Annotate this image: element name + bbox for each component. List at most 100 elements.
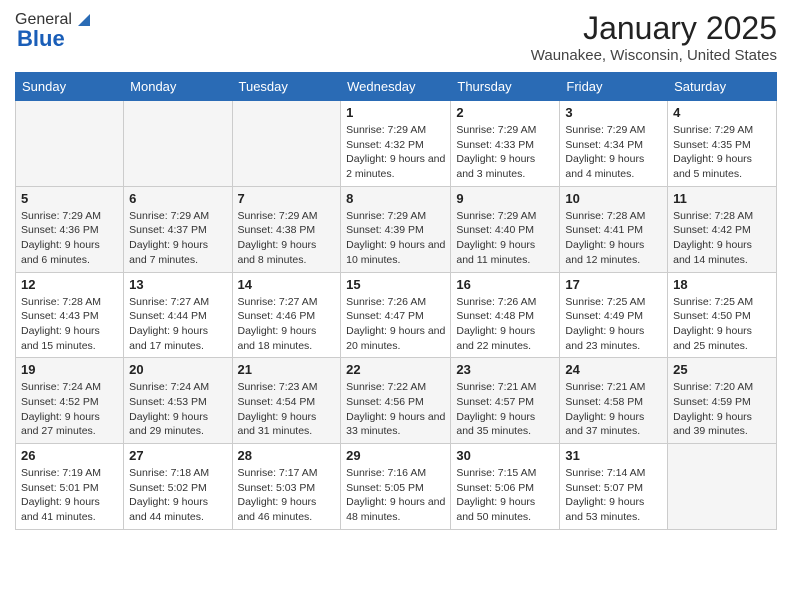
day-header-thursday: Thursday <box>451 73 560 101</box>
day-number: 25 <box>673 362 771 377</box>
day-info: Sunrise: 7:29 AMSunset: 4:40 PMDaylight:… <box>456 209 554 268</box>
day-info: Sunrise: 7:26 AMSunset: 4:47 PMDaylight:… <box>346 295 445 354</box>
calendar-cell: 28 Sunrise: 7:17 AMSunset: 5:03 PMDayligh… <box>232 444 341 530</box>
day-info: Sunrise: 7:18 AMSunset: 5:02 PMDaylight:… <box>129 466 226 525</box>
day-number: 24 <box>565 362 662 377</box>
day-number: 18 <box>673 277 771 292</box>
day-number: 20 <box>129 362 226 377</box>
calendar-cell: 22 Sunrise: 7:22 AMSunset: 4:56 PMDayligh… <box>341 358 451 444</box>
calendar-week-5: 26 Sunrise: 7:19 AMSunset: 5:01 PMDayligh… <box>16 444 777 530</box>
day-number: 16 <box>456 277 554 292</box>
calendar-cell <box>232 101 341 187</box>
day-number: 21 <box>238 362 336 377</box>
day-info: Sunrise: 7:14 AMSunset: 5:07 PMDaylight:… <box>565 466 662 525</box>
month-title: January 2025 <box>531 10 777 47</box>
day-info: Sunrise: 7:26 AMSunset: 4:48 PMDaylight:… <box>456 295 554 354</box>
day-number: 22 <box>346 362 445 377</box>
calendar-cell: 20Sunrise: 7:24 AMSunset: 4:53 PMDayligh… <box>124 358 232 444</box>
day-info: Sunrise: 7:21 AMSunset: 4:58 PMDaylight:… <box>565 380 662 439</box>
day-number: 10 <box>565 191 662 206</box>
day-header-saturday: Saturday <box>668 73 777 101</box>
calendar-cell <box>668 444 777 530</box>
day-number: 14 <box>238 277 336 292</box>
day-info: Sunrise: 7:16 AMSunset: 5:05 PMDaylight:… <box>346 466 445 525</box>
calendar-cell: 19 Sunrise: 7:24 AMSunset: 4:52 PMDayligh… <box>16 358 124 444</box>
calendar-week-4: 19 Sunrise: 7:24 AMSunset: 4:52 PMDayligh… <box>16 358 777 444</box>
day-info: Sunrise: 7:22 AMSunset: 4:56 PMDaylight:… <box>346 380 445 439</box>
calendar-week-1: 1Sunrise: 7:29 AMSunset: 4:32 PMDaylight… <box>16 101 777 187</box>
day-info: Sunrise: 7:29 AMSunset: 4:32 PMDaylight:… <box>346 123 445 182</box>
calendar-cell: 2 Sunrise: 7:29 AMSunset: 4:33 PMDaylight… <box>451 101 560 187</box>
logo-blue-text: Blue <box>17 26 65 52</box>
day-number: 30 <box>456 448 554 463</box>
day-number: 11 <box>673 191 771 206</box>
calendar-cell: 29 Sunrise: 7:16 AMSunset: 5:05 PMDayligh… <box>341 444 451 530</box>
calendar-week-2: 5 Sunrise: 7:29 AMSunset: 4:36 PMDaylight… <box>16 186 777 272</box>
calendar-cell: 11 Sunrise: 7:28 AMSunset: 4:42 PMDayligh… <box>668 186 777 272</box>
day-number: 29 <box>346 448 445 463</box>
day-number: 19 <box>21 362 118 377</box>
calendar-table: SundayMondayTuesdayWednesdayThursdayFrid… <box>15 72 777 530</box>
calendar-cell: 3 Sunrise: 7:29 AMSunset: 4:34 PMDaylight… <box>560 101 668 187</box>
day-number: 8 <box>346 191 445 206</box>
calendar-cell: 5 Sunrise: 7:29 AMSunset: 4:36 PMDaylight… <box>16 186 124 272</box>
calendar-cell: 13Sunrise: 7:27 AMSunset: 4:44 PMDayligh… <box>124 272 232 358</box>
day-info: Sunrise: 7:29 AMSunset: 4:34 PMDaylight:… <box>565 123 662 182</box>
day-info: Sunrise: 7:21 AMSunset: 4:57 PMDaylight:… <box>456 380 554 439</box>
day-number: 12 <box>21 277 118 292</box>
page-header: General Blue January 2025 Waunakee, Wisc… <box>15 10 777 64</box>
day-header-sunday: Sunday <box>16 73 124 101</box>
logo: General Blue <box>15 10 94 52</box>
day-info: Sunrise: 7:23 AMSunset: 4:54 PMDaylight:… <box>238 380 336 439</box>
day-info: Sunrise: 7:25 AMSunset: 4:49 PMDaylight:… <box>565 295 662 354</box>
day-info: Sunrise: 7:24 AMSunset: 4:52 PMDaylight:… <box>21 380 118 439</box>
calendar-cell: 4Sunrise: 7:29 AMSunset: 4:35 PMDaylight… <box>668 101 777 187</box>
day-info: Sunrise: 7:29 AMSunset: 4:39 PMDaylight:… <box>346 209 445 268</box>
calendar-cell: 25 Sunrise: 7:20 AMSunset: 4:59 PMDayligh… <box>668 358 777 444</box>
day-info: Sunrise: 7:29 AMSunset: 4:38 PMDaylight:… <box>238 209 336 268</box>
day-info: Sunrise: 7:29 AMSunset: 4:36 PMDaylight:… <box>21 209 118 268</box>
day-number: 26 <box>21 448 118 463</box>
day-header-tuesday: Tuesday <box>232 73 341 101</box>
day-number: 28 <box>238 448 336 463</box>
day-number: 27 <box>129 448 226 463</box>
day-info: Sunrise: 7:20 AMSunset: 4:59 PMDaylight:… <box>673 380 771 439</box>
day-info: Sunrise: 7:27 AMSunset: 4:46 PMDaylight:… <box>238 295 336 354</box>
day-number: 9 <box>456 191 554 206</box>
day-number: 3 <box>565 105 662 120</box>
day-number: 5 <box>21 191 118 206</box>
day-header-wednesday: Wednesday <box>341 73 451 101</box>
day-number: 7 <box>238 191 336 206</box>
day-info: Sunrise: 7:19 AMSunset: 5:01 PMDaylight:… <box>21 466 118 525</box>
day-number: 31 <box>565 448 662 463</box>
day-info: Sunrise: 7:28 AMSunset: 4:43 PMDaylight:… <box>21 295 118 354</box>
day-number: 23 <box>456 362 554 377</box>
calendar-cell <box>124 101 232 187</box>
title-block: January 2025 Waunakee, Wisconsin, United… <box>531 10 777 64</box>
calendar-cell: 6Sunrise: 7:29 AMSunset: 4:37 PMDaylight… <box>124 186 232 272</box>
day-header-monday: Monday <box>124 73 232 101</box>
calendar-cell: 26 Sunrise: 7:19 AMSunset: 5:01 PMDayligh… <box>16 444 124 530</box>
day-info: Sunrise: 7:29 AMSunset: 4:33 PMDaylight:… <box>456 123 554 182</box>
calendar-header-row: SundayMondayTuesdayWednesdayThursdayFrid… <box>16 73 777 101</box>
calendar-cell: 10 Sunrise: 7:28 AMSunset: 4:41 PMDayligh… <box>560 186 668 272</box>
calendar-cell: 16 Sunrise: 7:26 AMSunset: 4:48 PMDayligh… <box>451 272 560 358</box>
day-number: 17 <box>565 277 662 292</box>
day-info: Sunrise: 7:17 AMSunset: 5:03 PMDaylight:… <box>238 466 336 525</box>
day-number: 2 <box>456 105 554 120</box>
calendar-cell: 7 Sunrise: 7:29 AMSunset: 4:38 PMDaylight… <box>232 186 341 272</box>
calendar-cell: 24 Sunrise: 7:21 AMSunset: 4:58 PMDayligh… <box>560 358 668 444</box>
day-info: Sunrise: 7:28 AMSunset: 4:42 PMDaylight:… <box>673 209 771 268</box>
day-info: Sunrise: 7:29 AMSunset: 4:37 PMDaylight:… <box>129 209 226 268</box>
calendar-cell: 17 Sunrise: 7:25 AMSunset: 4:49 PMDayligh… <box>560 272 668 358</box>
calendar-cell: 8 Sunrise: 7:29 AMSunset: 4:39 PMDaylight… <box>341 186 451 272</box>
day-info: Sunrise: 7:28 AMSunset: 4:41 PMDaylight:… <box>565 209 662 268</box>
day-number: 4 <box>673 105 771 120</box>
calendar-cell: 27 Sunrise: 7:18 AMSunset: 5:02 PMDayligh… <box>124 444 232 530</box>
logo-icon <box>74 10 94 30</box>
day-info: Sunrise: 7:25 AMSunset: 4:50 PMDaylight:… <box>673 295 771 354</box>
day-info: Sunrise: 7:15 AMSunset: 5:06 PMDaylight:… <box>456 466 554 525</box>
calendar-cell: 14 Sunrise: 7:27 AMSunset: 4:46 PMDayligh… <box>232 272 341 358</box>
day-number: 13 <box>129 277 226 292</box>
day-header-friday: Friday <box>560 73 668 101</box>
